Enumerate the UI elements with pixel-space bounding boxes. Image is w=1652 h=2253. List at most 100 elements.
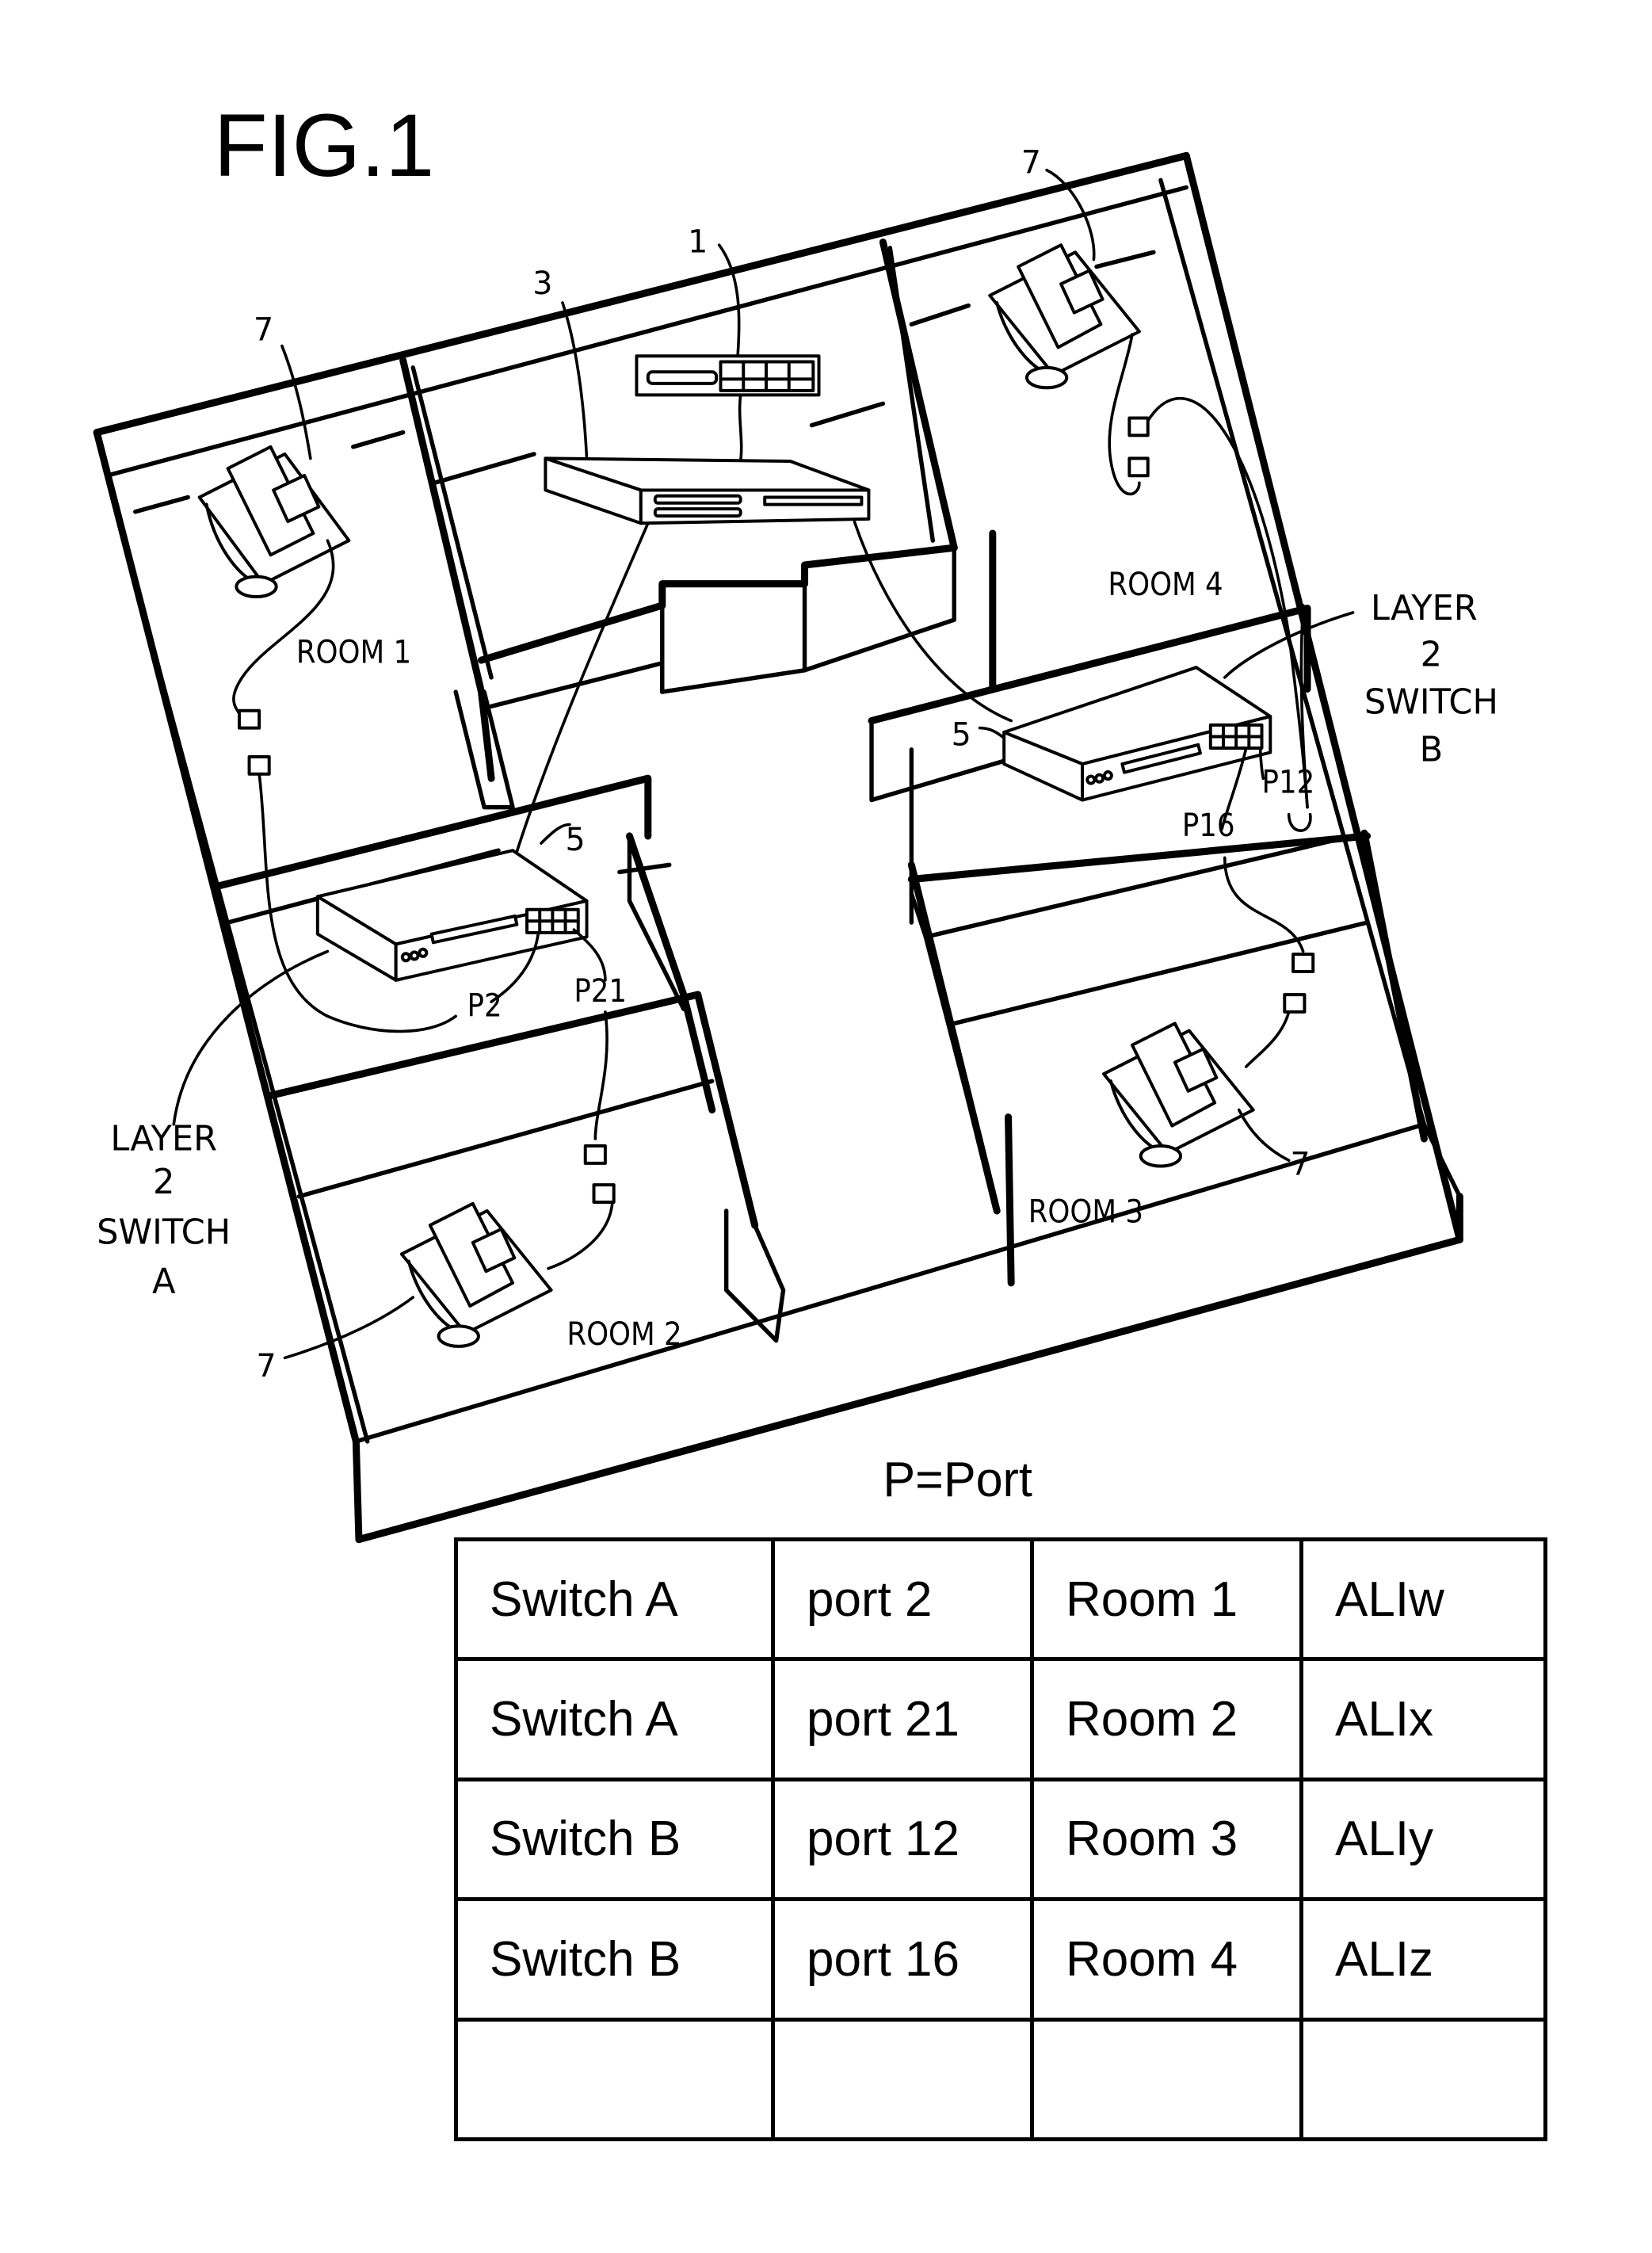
corner-bottom-left bbox=[353, 1439, 361, 1542]
leader-line-7-room3 bbox=[1237, 1108, 1291, 1163]
svg-text:LAYER: LAYER bbox=[110, 1119, 217, 1159]
room3-back-wall bbox=[907, 832, 1372, 884]
leader-line-1 bbox=[717, 243, 741, 358]
ali-cell: ALIz bbox=[1299, 1897, 1547, 2022]
ref-numeral-1: 1 bbox=[688, 223, 708, 260]
port-legend: P=Port bbox=[883, 1453, 1032, 1507]
ref-numeral-7-room4: 7 bbox=[1021, 144, 1041, 181]
switch-cell: Switch B bbox=[454, 1777, 775, 1902]
room2-wall-jack bbox=[583, 1144, 607, 1165]
p21-to-room2-cable bbox=[593, 1010, 609, 1140]
room-4-label: ROOM 4 bbox=[1108, 567, 1223, 603]
room4-jack-plug bbox=[1127, 416, 1150, 437]
port-cell bbox=[771, 2017, 1034, 2142]
svg-text:2: 2 bbox=[153, 1163, 174, 1202]
leader-line-5b bbox=[978, 726, 1005, 740]
corridor-left-wall bbox=[694, 991, 759, 1229]
corridor-left-partition-upper bbox=[625, 832, 716, 1114]
router-to-switch-cable bbox=[738, 393, 743, 463]
room2-phone-cable bbox=[547, 1201, 614, 1270]
switch-cell: Switch A bbox=[454, 1657, 775, 1781]
room-cell bbox=[1030, 2017, 1303, 2142]
room2-door-partition bbox=[723, 1209, 786, 1343]
ref-numeral-5b: 5 bbox=[952, 716, 971, 753]
table-row: Switch Bport 16 Room 4 ALIz bbox=[454, 1897, 1547, 2022]
leader-line-3 bbox=[561, 301, 589, 460]
svg-text:LAYER: LAYER bbox=[1371, 589, 1478, 628]
room-2-label: ROOM 2 bbox=[567, 1316, 681, 1353]
router-slot bbox=[646, 370, 719, 385]
telephone-room1 bbox=[197, 445, 351, 599]
ref-numeral-3: 3 bbox=[532, 265, 552, 302]
p12-loop bbox=[1287, 812, 1312, 832]
room3-back-wall-inner bbox=[923, 831, 1367, 940]
svg-text:A: A bbox=[152, 1262, 176, 1301]
port-label-p21: P21 bbox=[574, 973, 627, 1010]
center-room-front-wall-lower bbox=[489, 545, 956, 709]
leader-line-7-room2 bbox=[283, 1296, 415, 1360]
switch-port-room-mapping-table: Switch Aport 2 Room 1 ALIw Switch Aport 21 R… bbox=[454, 1537, 1547, 2142]
table-row: Switch Aport 21 Room 2 ALIx bbox=[454, 1657, 1547, 1781]
table-row: Switch Bport 12 Room 3 ALIy bbox=[454, 1777, 1547, 1902]
port-cell: port 21 bbox=[771, 1657, 1034, 1781]
svg-text:B: B bbox=[1420, 730, 1444, 769]
figure-title: FIG.1 bbox=[214, 95, 435, 195]
partition-room1-center-inner bbox=[410, 365, 494, 680]
room-cell: Room 1 bbox=[1030, 1537, 1303, 1662]
room1-wall-jack bbox=[247, 754, 271, 776]
room1-jack-plug bbox=[237, 708, 261, 730]
center-back-ledge bbox=[432, 452, 536, 486]
room4-back-ledge bbox=[909, 303, 971, 326]
router-device bbox=[635, 354, 821, 397]
room-cell: Room 2 bbox=[1030, 1657, 1303, 1781]
switch-cell: Switch A bbox=[454, 1537, 775, 1662]
room3-door-post bbox=[1005, 1113, 1015, 1287]
switch-a-label: LAYER 2 SWITCH A bbox=[97, 1119, 231, 1301]
main-switch-device bbox=[544, 456, 871, 525]
corridor-right-wall-inner bbox=[909, 892, 999, 1213]
port-label-p2: P2 bbox=[467, 987, 502, 1024]
svg-text:SWITCH: SWITCH bbox=[97, 1213, 231, 1253]
room4-wall-jack bbox=[1127, 456, 1150, 478]
room-cell: Room 4 bbox=[1030, 1897, 1303, 2022]
port-label-p12: P12 bbox=[1262, 764, 1315, 800]
interior-partitions bbox=[133, 239, 1428, 1343]
room1-back-ledge bbox=[133, 495, 190, 514]
port-cell: port 12 bbox=[771, 1777, 1034, 1902]
switch-b-label: LAYER 2 SWITCH B bbox=[1364, 589, 1498, 770]
room3-wall-jack bbox=[1291, 953, 1315, 973]
telephone-room3 bbox=[1102, 1021, 1255, 1168]
room3-right-wall bbox=[1360, 829, 1428, 1143]
room-3-label: ROOM 3 bbox=[1028, 1193, 1143, 1230]
switch-cell: Switch B bbox=[454, 1897, 775, 2022]
ali-cell: ALIy bbox=[1299, 1777, 1547, 1902]
partition-room1-center bbox=[399, 357, 495, 782]
svg-text:2: 2 bbox=[1421, 635, 1442, 674]
switch-cell bbox=[454, 2017, 775, 2142]
ref-numeral-7-room3: 7 bbox=[1290, 1146, 1310, 1182]
ali-cell: ALIx bbox=[1299, 1657, 1547, 1781]
ref-numeral-7-room2: 7 bbox=[257, 1348, 277, 1384]
outer-wall-left bbox=[93, 429, 363, 1544]
port-cell: port 16 bbox=[771, 1897, 1034, 2022]
room2-jack-plug bbox=[592, 1183, 616, 1204]
telephone-room2 bbox=[399, 1201, 553, 1348]
room-cell: Room 3 bbox=[1030, 1777, 1303, 1902]
leader-line-7-room1 bbox=[280, 344, 312, 460]
room-1-label: ROOM 1 bbox=[296, 634, 411, 670]
table-row: Switch Aport 2 Room 1 ALIw bbox=[454, 1537, 1547, 1662]
room2-back-wall bbox=[296, 1079, 715, 1199]
partition-center-room4-inner bbox=[887, 246, 936, 543]
ref-numeral-5a: 5 bbox=[566, 822, 586, 858]
ali-cell bbox=[1299, 2017, 1547, 2142]
port-cell: port 2 bbox=[771, 1537, 1034, 1662]
room4-back-ledge-2 bbox=[1094, 250, 1156, 269]
ali-cell: ALIw bbox=[1299, 1537, 1547, 1662]
ref-numeral-7-room1: 7 bbox=[254, 311, 273, 348]
center-back-ledge-2 bbox=[809, 401, 886, 428]
outer-wall-left-inner bbox=[105, 473, 370, 1444]
port-label-p16: P16 bbox=[1182, 808, 1235, 844]
p16-to-room3-cable bbox=[1223, 856, 1305, 953]
layer2-switch-b bbox=[1002, 666, 1272, 802]
layer2-switch-a bbox=[315, 849, 589, 982]
